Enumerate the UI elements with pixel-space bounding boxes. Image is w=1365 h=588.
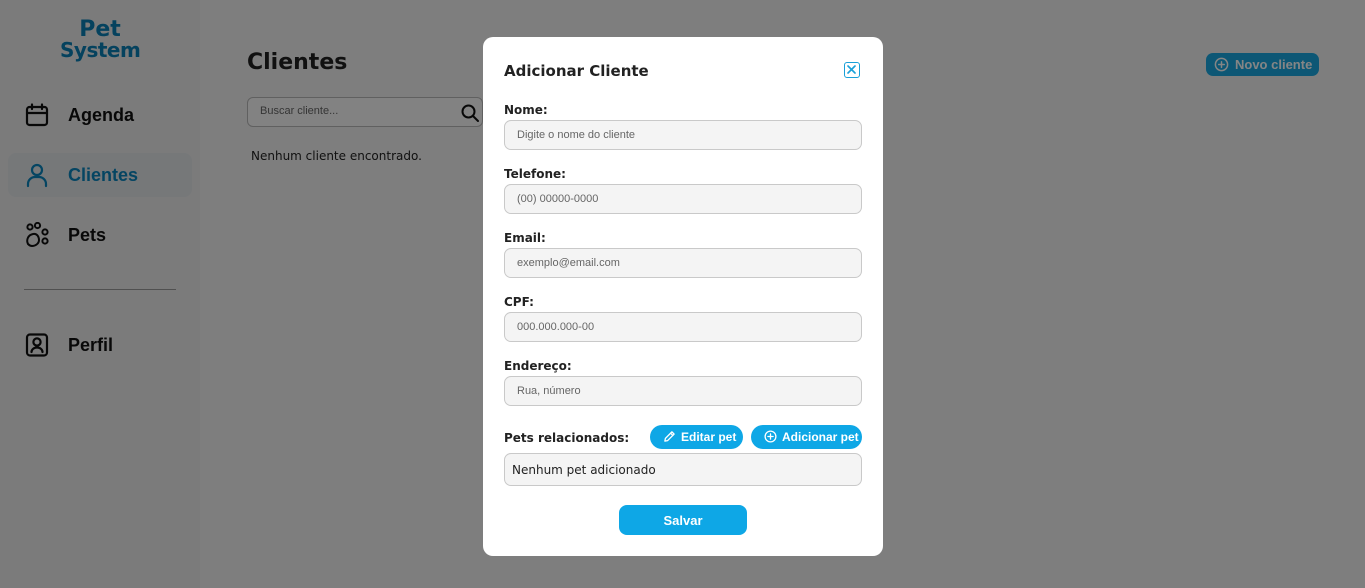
phone-field[interactable] <box>517 193 847 205</box>
address-field-box[interactable] <box>504 376 862 406</box>
email-field-box[interactable] <box>504 248 862 278</box>
pencil-icon <box>664 431 675 442</box>
pets-label: Pets relacionados: <box>504 431 630 445</box>
close-icon <box>847 65 856 74</box>
save-button[interactable]: Salvar <box>619 505 747 535</box>
pets-empty-text: Nenhum pet adicionado <box>512 463 656 477</box>
name-field-box[interactable] <box>504 120 862 150</box>
edit-pet-button[interactable]: Editar pet <box>650 425 743 449</box>
address-label: Endereço: <box>504 359 572 373</box>
related-pets-list: Nenhum pet adicionado <box>504 453 862 486</box>
add-pet-label: Adicionar pet <box>782 430 859 444</box>
cpf-field[interactable] <box>517 321 847 333</box>
edit-pet-label: Editar pet <box>681 430 737 444</box>
plus-circle-icon <box>764 430 777 443</box>
cpf-label: CPF: <box>504 295 534 309</box>
address-field[interactable] <box>517 385 847 397</box>
cpf-field-box[interactable] <box>504 312 862 342</box>
email-field[interactable] <box>517 257 847 269</box>
close-button[interactable] <box>844 62 860 78</box>
name-label: Nome: <box>504 103 548 117</box>
add-client-modal: Adicionar Cliente Nome: Telefone: Email:… <box>483 37 883 556</box>
phone-label: Telefone: <box>504 167 566 181</box>
add-pet-button[interactable]: Adicionar pet <box>751 425 862 449</box>
modal-title: Adicionar Cliente <box>504 62 649 80</box>
email-label: Email: <box>504 231 546 245</box>
name-field[interactable] <box>517 129 847 141</box>
phone-field-box[interactable] <box>504 184 862 214</box>
